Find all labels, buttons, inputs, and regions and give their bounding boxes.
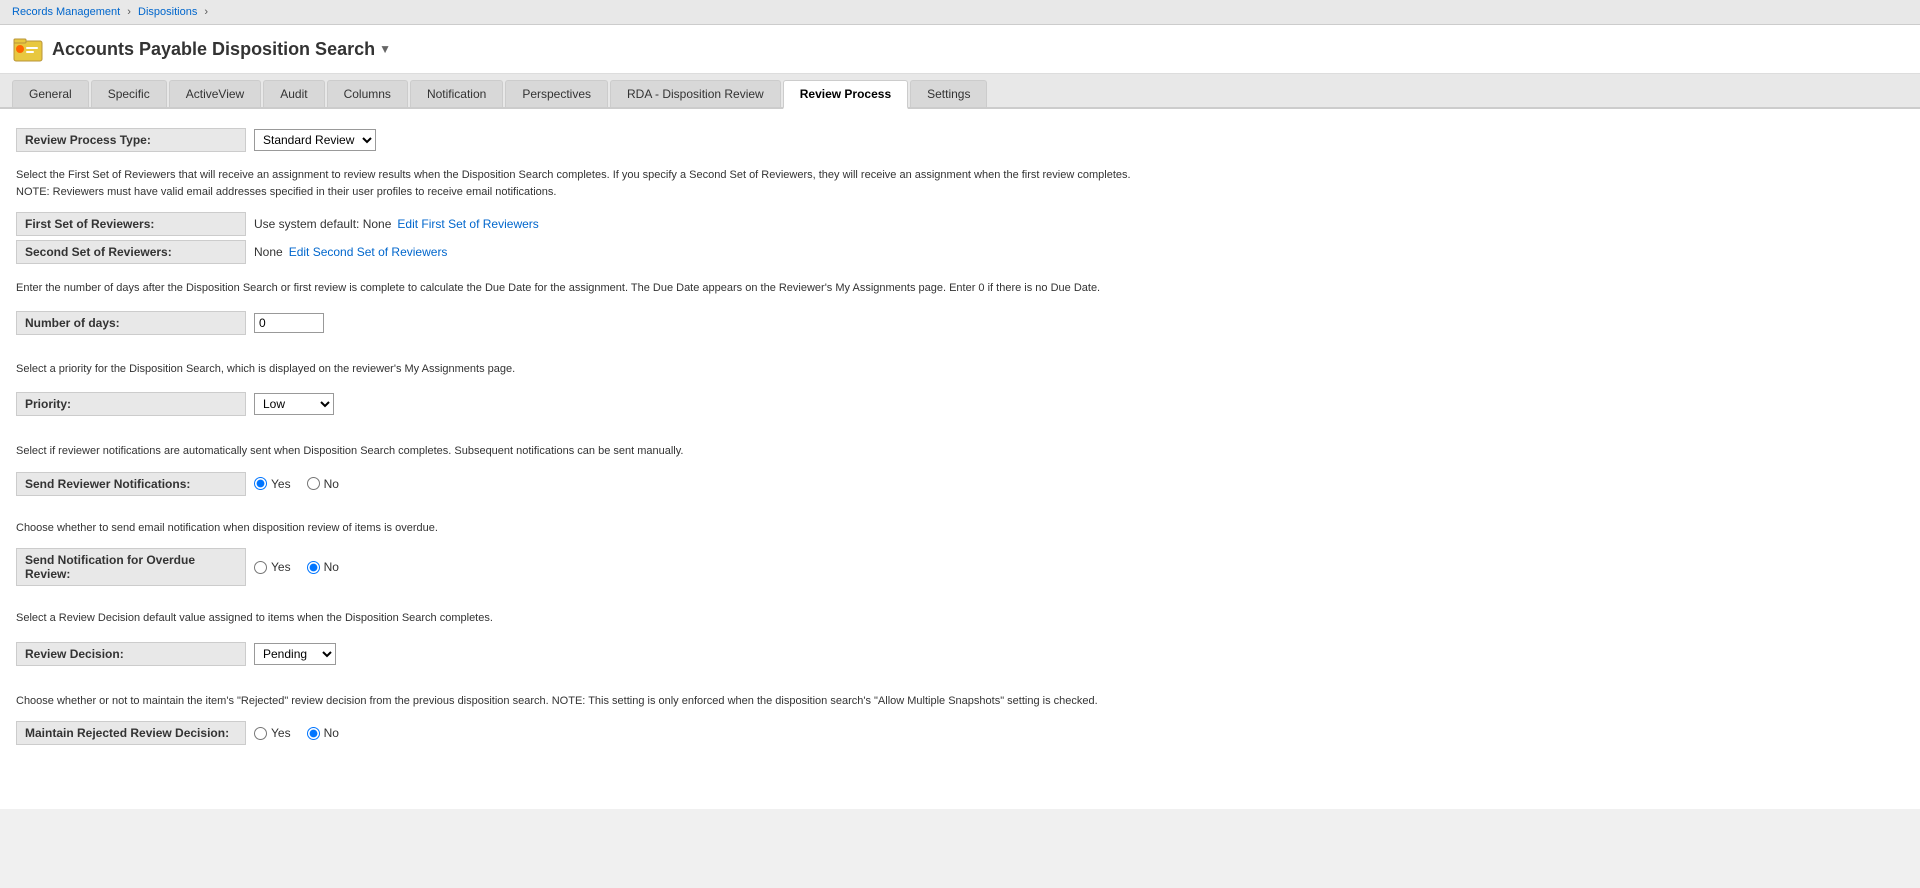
rejected-label: Maintain Rejected Review Decision: xyxy=(16,721,246,745)
tab-rda[interactable]: RDA - Disposition Review xyxy=(610,80,781,107)
tab-activeview[interactable]: ActiveView xyxy=(169,80,261,107)
overdue-label: Send Notification for Overdue Review: xyxy=(16,548,246,586)
page-title: Accounts Payable Disposition Search xyxy=(52,39,375,60)
tab-audit[interactable]: Audit xyxy=(263,80,324,107)
tab-review-process[interactable]: Review Process xyxy=(783,80,908,109)
rejected-no-radio[interactable] xyxy=(307,727,320,740)
page-title-dropdown[interactable]: ▼ xyxy=(379,42,391,56)
rejected-yes-label[interactable]: Yes xyxy=(254,726,291,740)
decision-select[interactable]: Pending Approved Rejected xyxy=(254,643,336,665)
page-icon xyxy=(12,33,44,65)
edit-second-reviewers-link[interactable]: Edit Second Set of Reviewers xyxy=(289,245,448,259)
review-process-type-value: Standard Review Custom Review xyxy=(246,125,384,155)
priority-row: Priority: Low Medium High xyxy=(16,389,1904,419)
overdue-no-label[interactable]: No xyxy=(307,560,339,574)
second-reviewers-label: Second Set of Reviewers: xyxy=(16,240,246,264)
tab-specific[interactable]: Specific xyxy=(91,80,167,107)
second-reviewers-row: Second Set of Reviewers: None Edit Secon… xyxy=(16,240,1904,264)
review-process-type-row: Review Process Type: Standard Review Cus… xyxy=(16,125,1904,155)
notifications-yes-label[interactable]: Yes xyxy=(254,477,291,491)
breadcrumb: Records Management › Dispositions › xyxy=(0,0,1920,25)
review-process-type-select[interactable]: Standard Review Custom Review xyxy=(254,129,376,151)
days-info-text: Enter the number of days after the Dispo… xyxy=(16,280,1904,297)
overdue-no-radio[interactable] xyxy=(307,561,320,574)
days-label: Number of days: xyxy=(16,311,246,335)
review-process-type-label: Review Process Type: xyxy=(16,128,246,152)
first-reviewers-value: Use system default: None Edit First Set … xyxy=(246,213,547,235)
edit-first-reviewers-link[interactable]: Edit First Set of Reviewers xyxy=(397,217,538,231)
rejected-yes-radio[interactable] xyxy=(254,727,267,740)
notifications-value: Yes No xyxy=(246,473,347,495)
priority-label: Priority: xyxy=(16,392,246,416)
decision-row: Review Decision: Pending Approved Reject… xyxy=(16,639,1904,669)
priority-value: Low Medium High xyxy=(246,389,342,419)
reviewers-info-text: Select the First Set of Reviewers that w… xyxy=(16,167,1904,200)
days-value xyxy=(246,309,332,337)
notifications-yes-radio[interactable] xyxy=(254,477,267,490)
rejected-no-label[interactable]: No xyxy=(307,726,339,740)
days-row: Number of days: xyxy=(16,309,1904,337)
overdue-row: Send Notification for Overdue Review: Ye… xyxy=(16,548,1904,586)
overdue-value: Yes No xyxy=(246,556,347,578)
notifications-radio-group: Yes No xyxy=(254,477,339,491)
content-area: Review Process Type: Standard Review Cus… xyxy=(0,109,1920,809)
tabs-bar: General Specific ActiveView Audit Column… xyxy=(0,74,1920,109)
breadcrumb-records-management[interactable]: Records Management xyxy=(12,6,120,18)
notifications-no-label[interactable]: No xyxy=(307,477,339,491)
overdue-info-text: Choose whether to send email notificatio… xyxy=(16,520,1904,537)
notifications-label: Send Reviewer Notifications: xyxy=(16,472,246,496)
tab-general[interactable]: General xyxy=(12,80,89,107)
rejected-info-text: Choose whether or not to maintain the it… xyxy=(16,693,1904,710)
breadcrumb-dispositions[interactable]: Dispositions xyxy=(138,6,197,18)
notifications-info-text: Select if reviewer notifications are aut… xyxy=(16,443,1904,460)
notifications-row: Send Reviewer Notifications: Yes No xyxy=(16,472,1904,496)
overdue-yes-label[interactable]: Yes xyxy=(254,560,291,574)
rejected-value: Yes No xyxy=(246,722,347,744)
first-reviewers-label: First Set of Reviewers: xyxy=(16,212,246,236)
tab-notification[interactable]: Notification xyxy=(410,80,503,107)
page-header: Accounts Payable Disposition Search ▼ xyxy=(0,25,1920,74)
priority-info-text: Select a priority for the Disposition Se… xyxy=(16,361,1904,378)
days-input[interactable] xyxy=(254,313,324,333)
overdue-yes-radio[interactable] xyxy=(254,561,267,574)
second-reviewers-value: None Edit Second Set of Reviewers xyxy=(246,241,455,263)
tab-settings[interactable]: Settings xyxy=(910,80,987,107)
decision-info-text: Select a Review Decision default value a… xyxy=(16,610,1904,627)
first-reviewers-row: First Set of Reviewers: Use system defau… xyxy=(16,212,1904,236)
decision-label: Review Decision: xyxy=(16,642,246,666)
rejected-row: Maintain Rejected Review Decision: Yes N… xyxy=(16,721,1904,745)
tab-columns[interactable]: Columns xyxy=(327,80,408,107)
priority-select[interactable]: Low Medium High xyxy=(254,393,334,415)
decision-value: Pending Approved Rejected xyxy=(246,639,344,669)
overdue-radio-group: Yes No xyxy=(254,560,339,574)
rejected-radio-group: Yes No xyxy=(254,726,339,740)
notifications-no-radio[interactable] xyxy=(307,477,320,490)
tab-perspectives[interactable]: Perspectives xyxy=(505,80,608,107)
